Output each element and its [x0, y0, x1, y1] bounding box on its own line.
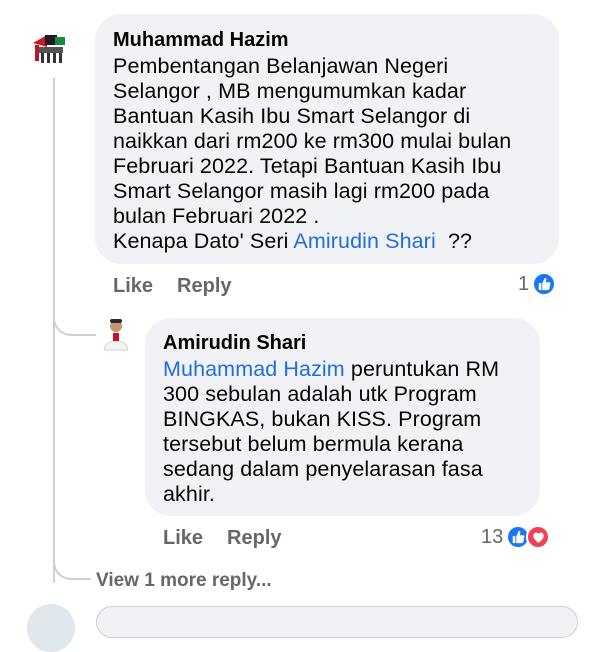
- reply-author[interactable]: Amirudin Shari: [163, 331, 540, 355]
- avatar[interactable]: [96, 314, 136, 354]
- reply-button[interactable]: Reply: [227, 527, 281, 550]
- view-more-replies-link[interactable]: View 1 more reply...: [96, 570, 272, 592]
- avatar[interactable]: [27, 25, 75, 73]
- like-button[interactable]: Like: [163, 527, 203, 550]
- comment-bubble: Muhammad Hazim Pembentangan Belanjawan N…: [95, 14, 559, 264]
- comment-text: Pembentangan Belanjawan Negeri Selangor …: [113, 54, 559, 254]
- comment-text-main: Pembentangan Belanjawan Negeri Selangor …: [113, 54, 512, 253]
- reply-connector: [53, 270, 97, 336]
- comment-author[interactable]: Muhammad Hazim: [113, 28, 559, 52]
- thread-line: [53, 78, 55, 583]
- comment-mention[interactable]: Amirudin Shari: [293, 229, 435, 253]
- comment-reactions[interactable]: 1: [518, 272, 557, 296]
- like-icon: [532, 272, 557, 296]
- reply-reactions[interactable]: 13: [481, 525, 551, 549]
- like-button[interactable]: Like: [113, 275, 153, 298]
- reaction-count: 13: [481, 525, 504, 548]
- reply-mention[interactable]: Muhammad Hazim: [163, 357, 345, 381]
- comment-text-tail: ??: [435, 229, 473, 253]
- avatar: [27, 604, 75, 652]
- comment-actions: Like Reply: [113, 275, 256, 298]
- love-icon: [526, 525, 551, 549]
- comment-input[interactable]: [96, 606, 578, 638]
- reply-actions: Like Reply: [163, 527, 306, 550]
- more-replies-connector: [53, 540, 91, 580]
- reaction-count: 1: [518, 272, 530, 295]
- reply-text: Muhammad Hazim peruntukan RM 300 sebulan…: [163, 357, 540, 507]
- reply-bubble: Amirudin Shari Muhammad Hazim peruntukan…: [145, 318, 540, 516]
- reply-button[interactable]: Reply: [177, 275, 231, 298]
